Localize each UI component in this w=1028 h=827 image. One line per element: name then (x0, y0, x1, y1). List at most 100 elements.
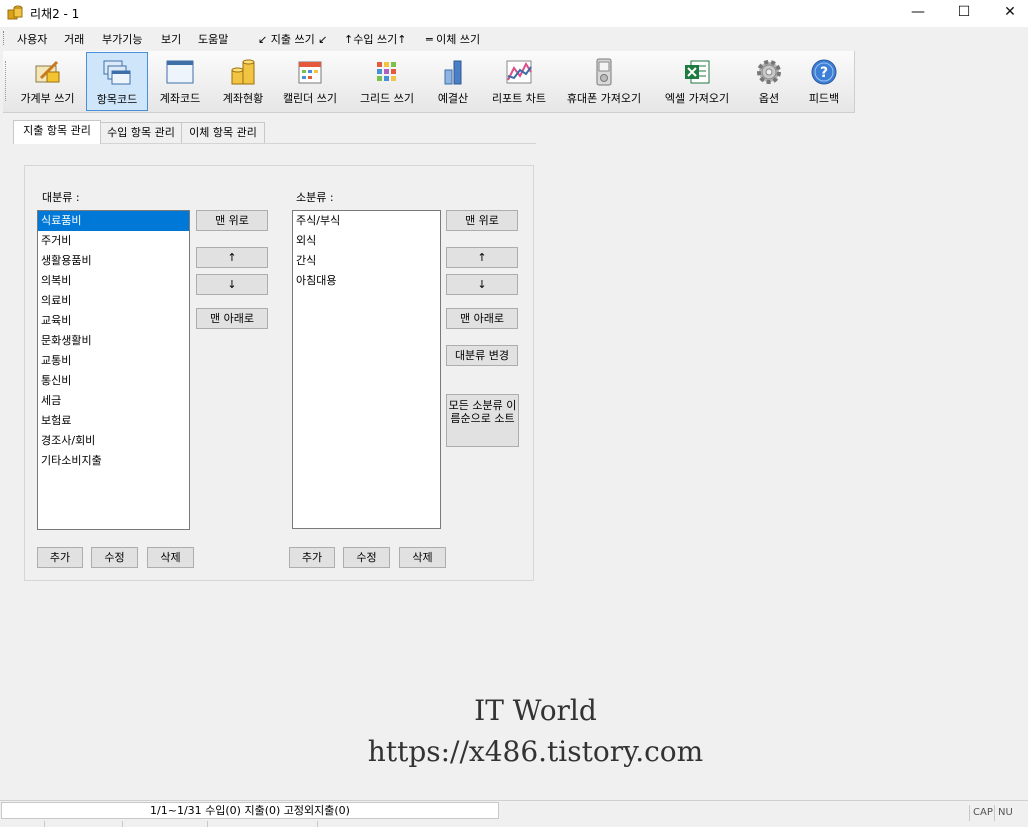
list-item[interactable]: 아침대용 (293, 271, 440, 291)
excel-icon (685, 60, 710, 84)
menu-user[interactable]: 사용자 (17, 31, 47, 47)
minimize-button[interactable]: — (895, 0, 941, 27)
list-item[interactable]: 식료품비 (38, 211, 189, 231)
major-category-list[interactable]: 식료품비 주거비 생활용품비 의복비 의료비 교육비 문화생활비 교통비 통신비… (37, 210, 190, 530)
list-item[interactable]: 기타소비지출 (38, 451, 189, 471)
toolbar-label: 엑셀 가져오기 (664, 92, 730, 105)
list-item[interactable]: 의복비 (38, 271, 189, 291)
tab-transfer-items[interactable]: 이체 항목 관리 (181, 122, 265, 144)
menu-extras[interactable]: 부가기능 (102, 31, 142, 47)
list-item[interactable]: 간식 (293, 251, 440, 271)
toolbar-label: 캘린더 쓰기 (282, 92, 338, 105)
major-move-up-button[interactable]: ↑ (196, 247, 268, 268)
list-item[interactable]: 주식/부식 (293, 211, 440, 231)
sort-all-minor-button[interactable]: 모든 소분류 이름순으로 소트 (446, 394, 519, 447)
menu-write-income[interactable]: ↑수입 쓰기↑ (344, 31, 406, 47)
list-item[interactable]: 교통비 (38, 351, 189, 371)
window-title: 리채2 - 1 (30, 7, 80, 21)
list-item[interactable]: 외식 (293, 231, 440, 251)
phone-icon (596, 58, 612, 86)
minor-edit-button[interactable]: 수정 (343, 547, 390, 568)
maximize-button[interactable]: ☐ (941, 0, 987, 27)
toolbar-category-code-button[interactable]: 항목코드 (86, 52, 148, 111)
list-item[interactable]: 의료비 (38, 291, 189, 311)
toolbar-grid-button[interactable]: 그리드 쓰기 (352, 52, 422, 111)
menu-transaction[interactable]: 거래 (64, 31, 84, 47)
windows-stack-icon (103, 60, 131, 85)
major-add-button[interactable]: 추가 (37, 547, 83, 568)
major-move-down-button[interactable]: ↓ (196, 274, 268, 295)
gear-icon (757, 60, 781, 84)
list-item[interactable]: 주거비 (38, 231, 189, 251)
toolbar-label: 피드백 (808, 92, 840, 105)
toolbar-label: 휴대폰 가져오기 (566, 92, 642, 105)
toolbar: 가계부 쓰기 항목코드 계좌코드 계좌현황 캘린더 쓰기 그리드 쓰기 예결산 … (3, 51, 855, 113)
bar-chart-icon (444, 60, 462, 85)
toolbar-feedback-button[interactable]: ? 피드백 (800, 52, 848, 111)
toolbar-options-button[interactable]: 옵션 (747, 52, 791, 111)
minor-category-list[interactable]: 주식/부식 외식 간식 아침대용 (292, 210, 441, 529)
app-coins-icon (7, 5, 23, 20)
minor-category-label: 소분류 : (296, 191, 334, 204)
minor-move-top-button[interactable]: 맨 위로 (446, 210, 518, 231)
watermark-title: IT World (474, 694, 597, 727)
list-item[interactable]: 교육비 (38, 311, 189, 331)
menu-grip (3, 31, 6, 45)
minor-move-up-button[interactable]: ↑ (446, 247, 518, 268)
status-segment (0, 821, 45, 827)
toolbar-label: 옵션 (758, 92, 780, 105)
menu-view[interactable]: 보기 (161, 31, 181, 47)
toolbar-label: 리포트 차트 (491, 92, 547, 105)
svg-text:?: ? (820, 65, 828, 81)
toolbar-label: 계좌코드 (159, 92, 201, 105)
major-delete-button[interactable]: 삭제 (147, 547, 194, 568)
list-item[interactable]: 통신비 (38, 371, 189, 391)
status-bar: 1/1~1/31 수입(0) 지출(0) 고정외지출(0) CAP NU (0, 800, 1028, 827)
toolbar-calendar-button[interactable]: 캘린더 쓰기 (278, 52, 342, 111)
pencil-ledger-icon (35, 60, 59, 83)
toolbar-report-chart-button[interactable]: 리포트 차트 (487, 52, 551, 111)
calendar-icon (298, 61, 322, 84)
toolbar-label: 항목코드 (96, 93, 138, 106)
major-category-label: 대분류 : (42, 191, 80, 204)
list-item[interactable]: 문화생활비 (38, 331, 189, 351)
status-segment (208, 821, 318, 827)
watermark-url: https://x486.tistory.com (367, 735, 704, 768)
toolbar-label: 계좌현황 (222, 92, 264, 105)
major-edit-button[interactable]: 수정 (91, 547, 138, 568)
list-item[interactable]: 보험료 (38, 411, 189, 431)
status-segment (45, 821, 123, 827)
toolbar-account-code-button[interactable]: 계좌코드 (152, 52, 208, 111)
minor-move-down-button[interactable]: ↓ (446, 274, 518, 295)
tab-expense-items[interactable]: 지출 항목 관리 (13, 120, 101, 144)
major-move-top-button[interactable]: 맨 위로 (196, 210, 268, 231)
toolbar-label: 가계부 쓰기 (20, 92, 75, 105)
toolbar-grip (5, 61, 8, 101)
help-icon: ? (811, 59, 837, 85)
minor-move-bottom-button[interactable]: 맨 아래로 (446, 308, 518, 329)
major-move-bottom-button[interactable]: 맨 아래로 (196, 308, 268, 329)
toolbar-phone-import-button[interactable]: 휴대폰 가져오기 (560, 52, 648, 111)
status-segment (123, 821, 208, 827)
minor-add-button[interactable]: 추가 (289, 547, 335, 568)
tab-income-items[interactable]: 수입 항목 관리 (100, 122, 182, 144)
menu-write-expense[interactable]: ↙ 지출 쓰기 ↙ (258, 31, 327, 47)
list-item[interactable]: 경조사/회비 (38, 431, 189, 451)
toolbar-ledger-button[interactable]: 가계부 쓰기 (15, 52, 80, 111)
num-lock-indicator: NU (994, 805, 1013, 821)
menu-write-transfer[interactable]: ═ 이체 쓰기 (426, 31, 480, 47)
toolbar-excel-import-button[interactable]: 엑셀 가져오기 (657, 52, 737, 111)
minor-delete-button[interactable]: 삭제 (399, 547, 446, 568)
toolbar-account-status-button[interactable]: 계좌현황 (214, 52, 272, 111)
list-item[interactable]: 세금 (38, 391, 189, 411)
caps-lock-indicator: CAP (969, 805, 993, 821)
close-button[interactable]: ✕ (987, 0, 1028, 27)
menu-bar: 사용자 거래 부가기능 보기 도움말 ↙ 지출 쓰기 ↙ ↑수입 쓰기↑ ═ 이… (0, 27, 1028, 49)
grid-icon (377, 62, 396, 81)
status-summary: 1/1~1/31 수입(0) 지출(0) 고정외지출(0) (1, 802, 499, 819)
menu-help[interactable]: 도움말 (198, 31, 228, 47)
toolbar-budget-button[interactable]: 예결산 (428, 52, 478, 111)
change-major-category-button[interactable]: 대분류 변경 (446, 345, 518, 366)
toolbar-label: 예결산 (437, 92, 469, 105)
list-item[interactable]: 생활용품비 (38, 251, 189, 271)
